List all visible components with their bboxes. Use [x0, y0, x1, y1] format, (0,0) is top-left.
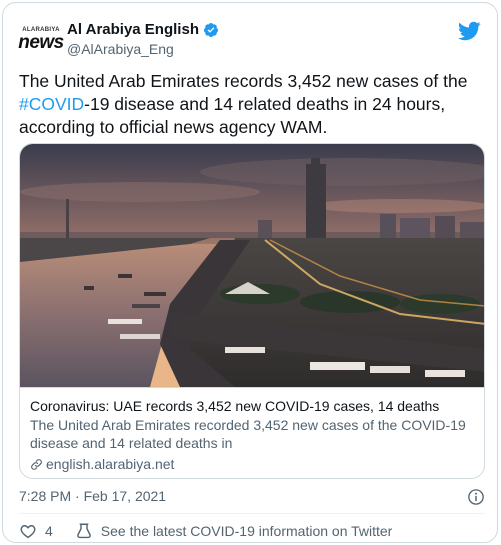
user-handle[interactable]: @AlArabiya_Eng: [67, 41, 219, 57]
tweet-card[interactable]: ALARABIYA news Al Arabiya English @AlAra…: [2, 2, 498, 543]
hashtag-covid-link[interactable]: #COVID: [19, 94, 84, 114]
link-preview-description: The United Arab Emirates recorded 3,452 …: [30, 417, 466, 451]
link-icon: [31, 458, 42, 470]
link-preview-domain-row: english.alarabiya.net: [30, 456, 476, 472]
link-preview-title[interactable]: Coronavirus: UAE records 3,452 new COVID…: [30, 397, 476, 415]
tweet-timestamp[interactable]: 7:28 PM · Feb 17, 2021: [19, 488, 166, 504]
like-count[interactable]: 4: [45, 523, 53, 539]
avatar[interactable]: ALARABIYA news: [18, 17, 64, 61]
tweet-text: The United Arab Emirates records 3,452 n…: [19, 70, 479, 139]
twitter-bird-icon[interactable]: [457, 19, 481, 43]
link-preview-domain: english.alarabiya.net: [46, 456, 175, 472]
author-names[interactable]: Al Arabiya English @AlArabiya_Eng: [67, 21, 219, 57]
divider: [19, 513, 485, 514]
link-preview-meta[interactable]: Coronavirus: UAE records 3,452 new COVID…: [20, 387, 484, 478]
avatar-logo-text: news: [18, 31, 64, 53]
tweet-actions: 4 See the latest COVID-19 information on…: [19, 521, 392, 541]
verified-badge-icon: [203, 22, 218, 37]
display-name[interactable]: Al Arabiya English: [67, 21, 199, 38]
covid-info-link[interactable]: See the latest COVID-19 information on T…: [101, 523, 393, 539]
heart-icon[interactable]: [19, 522, 37, 540]
tweet-header: ALARABIYA news Al Arabiya English @AlAra…: [18, 17, 481, 61]
link-preview-image[interactable]: [20, 144, 485, 387]
covid-info-icon[interactable]: [75, 522, 93, 540]
tweet-timestamp-row: 7:28 PM · Feb 17, 2021: [19, 488, 485, 508]
tweet-text-part: The United Arab Emirates records 3,452 n…: [19, 71, 468, 91]
link-preview-card[interactable]: Coronavirus: UAE records 3,452 new COVID…: [19, 143, 485, 479]
info-icon[interactable]: [467, 488, 485, 506]
